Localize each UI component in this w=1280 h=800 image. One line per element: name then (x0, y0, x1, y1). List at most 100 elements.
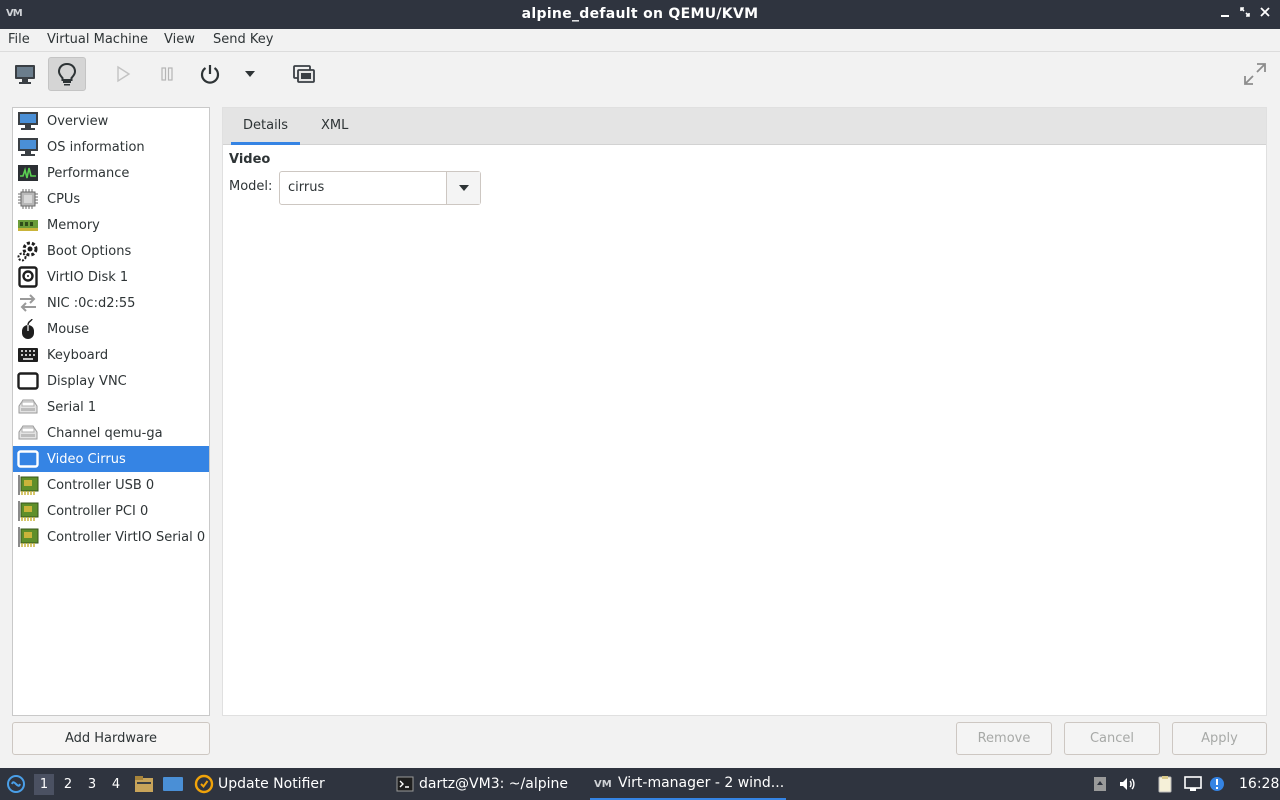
title-bar: VM alpine_default on QEMU/KVM (0, 0, 1280, 29)
serial-icon (16, 422, 40, 444)
model-value[interactable]: cirrus (288, 180, 324, 195)
display-icon (16, 370, 40, 392)
network-icon (16, 292, 40, 314)
sidebar-item-label: VirtIO Disk 1 (47, 269, 129, 285)
performance-icon (16, 162, 40, 184)
fullscreen-button[interactable] (1236, 57, 1274, 91)
serial-icon (16, 396, 40, 418)
sidebar-item-label: Keyboard (47, 347, 109, 363)
power-button[interactable] (191, 57, 229, 91)
power-icon (200, 65, 220, 84)
sidebar-item-keyboard[interactable]: Keyboard (13, 342, 209, 368)
gear-icon (16, 240, 40, 262)
run-button[interactable] (104, 57, 142, 91)
file-manager-launcher[interactable] (134, 768, 154, 800)
clipboard-icon[interactable] (1156, 775, 1174, 793)
task-label: Update Notifier (218, 776, 325, 792)
disk-icon (16, 266, 40, 288)
sidebar-item-controller-pci-0[interactable]: Controller PCI 0 (13, 498, 209, 524)
model-dropdown-button[interactable] (446, 172, 480, 204)
sidebar-item-mouse[interactable]: Mouse (13, 316, 209, 342)
apply-button[interactable]: Apply (1172, 722, 1267, 755)
start-menu-button[interactable] (6, 768, 26, 800)
sidebar-item-serial-1[interactable]: Serial 1 (13, 394, 209, 420)
controller-icon (16, 474, 40, 496)
clock[interactable]: 16:28 (1239, 768, 1279, 800)
sidebar-item-label: Controller PCI 0 (47, 503, 149, 519)
sidebar-item-label: Serial 1 (47, 399, 97, 415)
maximize-icon[interactable] (1238, 6, 1252, 22)
sidebar-item-controller-usb-0[interactable]: Controller USB 0 (13, 472, 209, 498)
cpu-icon (16, 188, 40, 210)
sidebar-item-os-information[interactable]: OS information (13, 134, 209, 160)
sidebar-item-label: Boot Options (47, 243, 132, 259)
task-label: Virt-manager - 2 wind... (618, 775, 785, 791)
sidebar-item-label: Mouse (47, 321, 90, 337)
add-hardware-button[interactable]: Add Hardware (12, 722, 210, 755)
desktop-launcher[interactable] (162, 768, 184, 800)
sidebar-item-virtio-disk-1[interactable]: VirtIO Disk 1 (13, 264, 209, 290)
sidebar-item-boot-options[interactable]: Boot Options (13, 238, 209, 264)
sidebar-item-label: OS information (47, 139, 145, 155)
cancel-button[interactable]: Cancel (1064, 722, 1160, 755)
snapshot-icon (293, 65, 315, 83)
sidebar-item-label: Display VNC (47, 373, 127, 389)
notification-icon[interactable] (1208, 775, 1226, 793)
sidebar-item-video-cirrus[interactable]: Video Cirrus (13, 446, 209, 472)
tab-xml[interactable]: XML (309, 108, 360, 145)
sidebar-item-nic[interactable]: NIC :0c:d2:55 (13, 290, 209, 316)
model-label: Model: (229, 179, 273, 194)
task-terminal[interactable]: dartz@VM3: ~/alpine (396, 768, 568, 800)
snapshot-button[interactable] (285, 57, 323, 91)
volume-icon[interactable] (1118, 775, 1136, 793)
task-update-notifier[interactable]: Update Notifier (194, 768, 325, 800)
workspace-2[interactable]: 2 (58, 774, 78, 795)
update-notifier-icon (194, 774, 214, 794)
remove-button[interactable]: Remove (956, 722, 1052, 755)
svg-text:VM: VM (594, 779, 612, 790)
sidebar-item-performance[interactable]: Performance (13, 160, 209, 186)
model-combobox[interactable]: cirrus (279, 171, 481, 205)
workspace-4[interactable]: 4 (106, 774, 126, 795)
chevron-down-icon (458, 185, 469, 191)
details-button[interactable] (48, 57, 86, 91)
workspace-3[interactable]: 3 (82, 774, 102, 795)
tray-up-arrow-icon[interactable] (1091, 775, 1109, 793)
menu-view[interactable]: View (164, 32, 195, 47)
sidebar-item-controller-virtio-serial-0[interactable]: Controller VirtIO Serial 0 (13, 524, 209, 550)
close-icon[interactable] (1258, 6, 1272, 22)
taskbar: 1 2 3 4 Update Notifier dartz@VM3: ~/alp… (0, 768, 1280, 800)
network-tray-icon[interactable] (1184, 775, 1202, 793)
tab-details[interactable]: Details (231, 108, 301, 145)
sidebar-item-label: Channel qemu-ga (47, 425, 163, 441)
console-icon (15, 65, 35, 84)
sidebar-item-label: Overview (47, 113, 109, 129)
task-virt-manager[interactable]: VM Virt-manager - 2 wind... (590, 768, 786, 800)
fullscreen-icon (1244, 63, 1266, 85)
monitor-icon (16, 136, 40, 158)
sidebar-item-channel-qemu-ga[interactable]: Channel qemu-ga (13, 420, 209, 446)
sidebar-item-cpus[interactable]: CPUs (13, 186, 209, 212)
menu-file[interactable]: File (8, 32, 30, 47)
menu-bar: File Virtual Machine View Send Key (0, 29, 1280, 52)
pause-button[interactable] (148, 57, 186, 91)
sidebar-item-label: Controller USB 0 (47, 477, 155, 493)
display-icon (16, 448, 40, 470)
sidebar-item-label: CPUs (47, 191, 81, 207)
menu-send-key[interactable]: Send Key (213, 32, 273, 47)
workspace-1[interactable]: 1 (34, 774, 54, 795)
minimize-icon[interactable] (1218, 6, 1232, 22)
sidebar-item-display-vnc[interactable]: Display VNC (13, 368, 209, 394)
monitor-icon (16, 110, 40, 132)
menu-virtual-machine[interactable]: Virtual Machine (47, 32, 148, 47)
sidebar-item-label: Video Cirrus (47, 451, 126, 467)
sidebar-item-overview[interactable]: Overview (13, 108, 209, 134)
controller-icon (16, 500, 40, 522)
controller-icon (16, 526, 40, 548)
section-title: Video (229, 152, 271, 167)
console-button[interactable] (6, 57, 44, 91)
virt-manager-icon: VM (594, 779, 612, 790)
keyboard-icon (16, 344, 40, 366)
power-menu-button[interactable] (232, 57, 268, 91)
sidebar-item-memory[interactable]: Memory (13, 212, 209, 238)
